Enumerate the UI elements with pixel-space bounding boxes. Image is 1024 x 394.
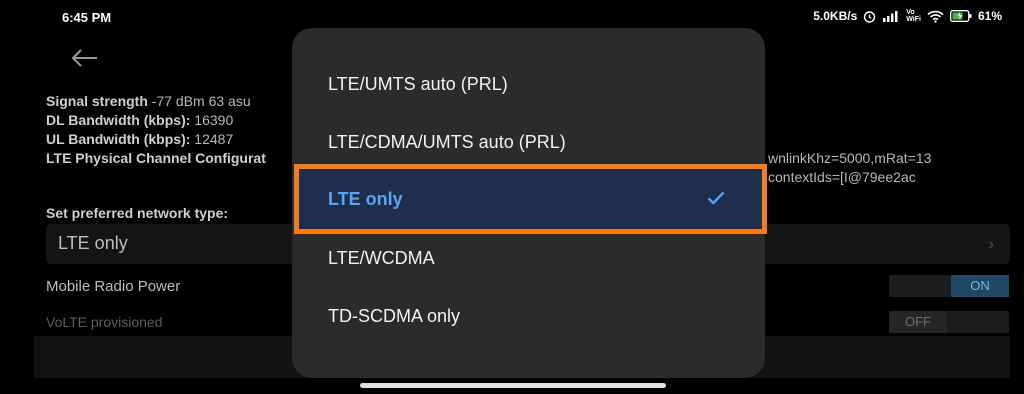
option-label: LTE/WCDMA — [328, 248, 435, 268]
ul-bandwidth-row: UL Bandwidth (kbps): 12487 — [46, 131, 234, 147]
preferred-network-label: Set preferred network type: — [46, 205, 229, 221]
vowifi-icon: Vo WiFi — [906, 9, 921, 23]
wifi-icon — [927, 10, 944, 23]
option-label: LTE/CDMA/UMTS auto (PRL) — [328, 132, 566, 152]
battery-icon — [950, 10, 972, 22]
option-label: TD-SCDMA only — [328, 306, 461, 326]
radio-info: Signal strength -77 dBm 63 asu DL Bandwi… — [46, 92, 266, 168]
volte-provisioned-toggle[interactable]: OFF — [889, 311, 1009, 333]
preferred-network-value: LTE only — [58, 233, 128, 253]
chevron-right-icon: › — [988, 236, 994, 253]
battery-percent: 61% — [977, 9, 1002, 23]
status-icons: 5.0KB/s Vo WiFi 61% — [813, 9, 1002, 23]
option-lte-umts-auto[interactable]: LTE/UMTS auto (PRL) — [292, 56, 765, 114]
option-td-scdma-only[interactable]: TD-SCDMA only — [292, 288, 765, 346]
option-label: LTE/UMTS auto (PRL) — [328, 74, 508, 94]
toggle-on-label: ON — [951, 275, 1009, 297]
lte-config-details: wnlinkKhz=5000,mRat=13 contextIds=[I@79e… — [768, 150, 932, 185]
back-arrow-icon[interactable] — [70, 46, 100, 70]
option-lte-wcdma[interactable]: LTE/WCDMA — [292, 230, 765, 288]
signal-icon — [882, 10, 900, 22]
home-indicator[interactable] — [360, 383, 666, 388]
toggle-off-label: OFF — [889, 311, 947, 333]
net-speed: 5.0KB/s — [813, 9, 858, 23]
mobile-radio-power-label: Mobile Radio Power — [46, 278, 181, 295]
dl-bandwidth-row: DL Bandwidth (kbps): 16390 — [46, 112, 234, 128]
lte-config-row: LTE Physical Channel Configurat — [46, 150, 266, 166]
signal-strength-row: Signal strength -77 dBm 63 asu — [46, 93, 251, 109]
volte-provisioned-label: VoLTE provisioned — [46, 314, 163, 330]
highlight-annotation — [294, 164, 767, 234]
alarm-icon — [863, 10, 876, 23]
mobile-radio-power-toggle[interactable]: ON — [889, 275, 1009, 297]
status-time: 6:45 PM — [62, 10, 112, 25]
